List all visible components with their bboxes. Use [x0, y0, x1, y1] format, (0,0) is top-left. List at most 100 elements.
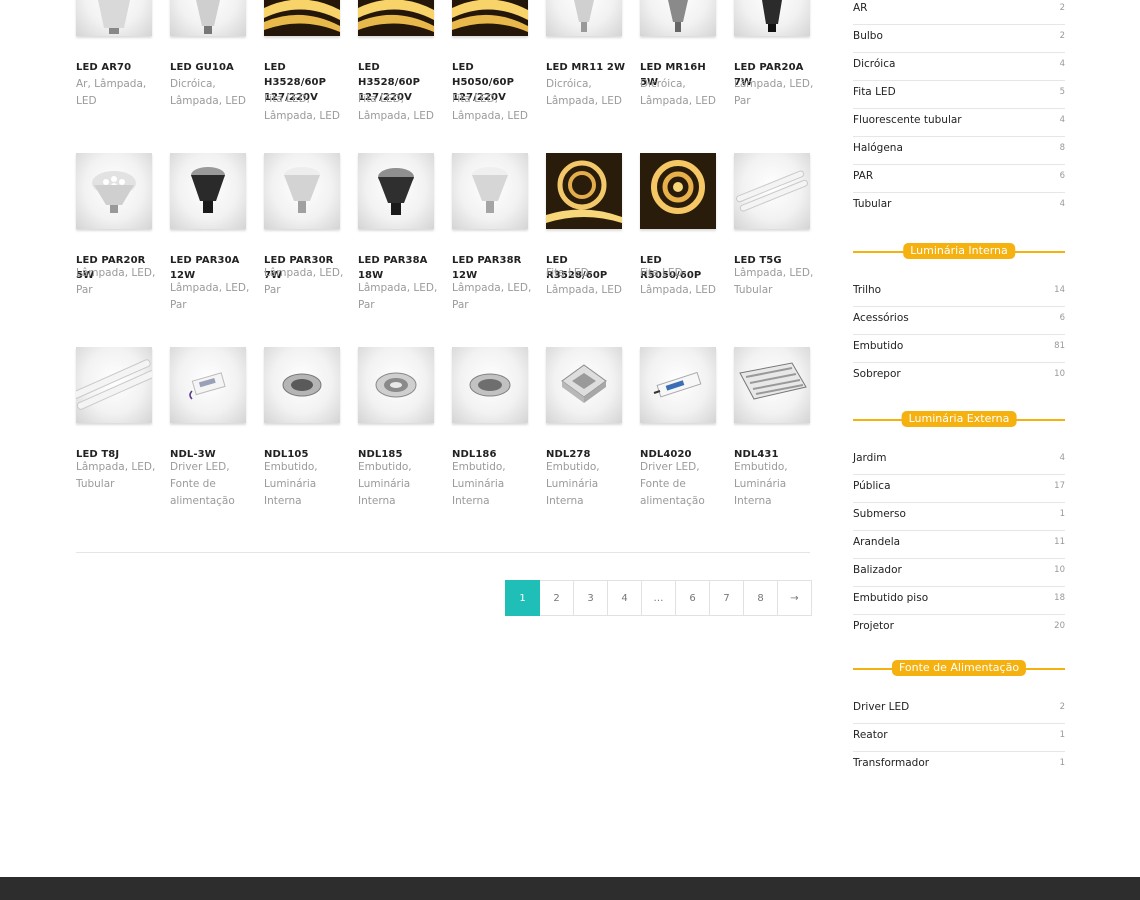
product-name[interactable]: LED PAR30A 12W — [170, 253, 254, 283]
product-name[interactable]: LED PAR38R 12W — [452, 253, 536, 283]
led-gu10-bulb-icon[interactable] — [170, 0, 246, 36]
sidebar-category-item[interactable]: Transformador 1 — [853, 752, 1065, 779]
sidebar-category-item[interactable]: Trilho 14 — [853, 279, 1065, 307]
sidebar-category-item[interactable]: Embutido piso 18 — [853, 587, 1065, 615]
led-par-bulb-icon[interactable] — [264, 153, 340, 229]
led-driver-icon[interactable] — [170, 347, 246, 423]
led-par20-bulb-icon[interactable] — [734, 0, 810, 36]
sidebar-category-item[interactable]: Submerso 1 — [853, 503, 1065, 531]
category-label[interactable]: Pública — [853, 480, 891, 492]
category-label[interactable]: Dicróica — [853, 58, 895, 70]
category-label[interactable]: Tubular — [853, 198, 891, 210]
category-label[interactable]: Reator — [853, 729, 888, 741]
led-driver-icon[interactable] — [640, 347, 716, 423]
category-label[interactable]: Embutido — [853, 340, 903, 352]
category-label[interactable]: Bulbo — [853, 30, 883, 42]
led-strip-reel-icon[interactable] — [546, 153, 622, 229]
product-categories[interactable]: Embutido, Luminária Interna — [264, 459, 344, 510]
sidebar-category-item[interactable]: Reator 1 — [853, 724, 1065, 752]
product-categories[interactable]: Driver LED, Fonte de alimentação — [640, 459, 720, 510]
page-link[interactable]: 7 — [709, 580, 744, 616]
category-label[interactable]: Sobrepor — [853, 368, 901, 380]
sidebar-category-item[interactable]: Acessórios 6 — [853, 307, 1065, 335]
product-categories[interactable]: Fita LED, Lâmpada, LED — [264, 91, 344, 125]
category-label[interactable]: Trilho — [853, 284, 881, 296]
led-ar70-bulb-icon[interactable] — [76, 0, 152, 36]
led-strip-reel-icon[interactable] — [640, 153, 716, 229]
product-categories[interactable]: Fita LED, Lâmpada, LED — [358, 91, 438, 125]
product-name[interactable]: LED PAR38A 18W — [358, 253, 442, 283]
page-link[interactable]: 6 — [675, 580, 710, 616]
product-name[interactable]: LED MR11 2W — [546, 60, 630, 75]
page-link[interactable]: 8 — [743, 580, 778, 616]
product-categories[interactable]: Fita LED, Lâmpada, LED — [640, 265, 720, 299]
category-label[interactable]: Projetor — [853, 620, 894, 632]
product-name[interactable]: LED GU10A — [170, 60, 254, 75]
sidebar-category-item[interactable]: Driver LED 2 — [853, 696, 1065, 724]
sidebar-category-item[interactable]: Tubular 4 — [853, 193, 1065, 220]
recessed-downlight-icon[interactable] — [358, 347, 434, 423]
sidebar-category-item[interactable]: Dicróica 4 — [853, 53, 1065, 81]
sidebar-category-item[interactable]: Bulbo 2 — [853, 25, 1065, 53]
product-categories[interactable]: Lâmpada, LED, Par — [264, 265, 344, 299]
led-tube-icon[interactable] — [76, 347, 152, 423]
sidebar-category-item[interactable]: Balizador 10 — [853, 559, 1065, 587]
product-categories[interactable]: Lâmpada, LED, Tubular — [734, 265, 814, 299]
led-par-bulb-icon[interactable] — [358, 153, 434, 229]
category-label[interactable]: PAR — [853, 170, 873, 182]
page-link-current[interactable]: 1 — [505, 580, 540, 616]
sidebar-category-item[interactable]: Pública 17 — [853, 475, 1065, 503]
led-par-bulb-icon[interactable] — [170, 153, 246, 229]
page-link[interactable]: 3 — [573, 580, 608, 616]
category-label[interactable]: Fita LED — [853, 86, 896, 98]
product-categories[interactable]: Dicróica, Lâmpada, LED — [170, 76, 250, 110]
category-label[interactable]: Arandela — [853, 536, 900, 548]
category-label[interactable]: Driver LED — [853, 701, 909, 713]
sidebar-category-item[interactable]: Fita LED 5 — [853, 81, 1065, 109]
product-categories[interactable]: Ar, Lâmpada, LED — [76, 76, 156, 110]
product-categories[interactable]: Lâmpada, LED, Par — [734, 76, 814, 110]
sidebar-category-item[interactable]: Projetor 20 — [853, 615, 1065, 642]
product-categories[interactable]: Lâmpada, LED, Par — [452, 280, 532, 314]
sidebar-category-item[interactable]: Fluorescente tubular 4 — [853, 109, 1065, 137]
product-categories[interactable]: Embutido, Luminária Interna — [546, 459, 626, 510]
led-par-bulb-icon[interactable] — [76, 153, 152, 229]
sidebar-category-item[interactable]: AR 2 — [853, 0, 1065, 25]
next-page-arrow-icon[interactable]: → — [777, 580, 812, 616]
product-categories[interactable]: Driver LED, Fonte de alimentação — [170, 459, 250, 510]
led-strip-icon[interactable] — [452, 0, 528, 36]
sidebar-category-item[interactable]: Sobrepor 10 — [853, 363, 1065, 390]
sidebar-category-item[interactable]: Arandela 11 — [853, 531, 1065, 559]
category-label[interactable]: Acessórios — [853, 312, 909, 324]
product-name[interactable]: LED AR70 — [76, 60, 160, 75]
product-categories[interactable]: Embutido, Luminária Interna — [734, 459, 814, 510]
product-categories[interactable]: Lâmpada, LED, Par — [170, 280, 250, 314]
recessed-downlight-icon[interactable] — [452, 347, 528, 423]
product-categories[interactable]: Embutido, Luminária Interna — [452, 459, 532, 510]
louver-luminaire-icon[interactable] — [734, 347, 810, 423]
page-link[interactable]: 2 — [539, 580, 574, 616]
category-label[interactable]: Halógena — [853, 142, 903, 154]
product-categories[interactable]: Fita LED, Lâmpada, LED — [546, 265, 626, 299]
page-link[interactable]: 4 — [607, 580, 642, 616]
sidebar-category-item[interactable]: PAR 6 — [853, 165, 1065, 193]
product-categories[interactable]: Embutido, Luminária Interna — [358, 459, 438, 510]
category-label[interactable]: Jardim — [853, 452, 886, 464]
sidebar-category-item[interactable]: Embutido 81 — [853, 335, 1065, 363]
led-mr11-bulb-icon[interactable] — [546, 0, 622, 36]
recessed-downlight-icon[interactable] — [264, 347, 340, 423]
product-categories[interactable]: Fita LED, Lâmpada, LED — [452, 91, 532, 125]
led-tube-icon[interactable] — [734, 153, 810, 229]
category-label[interactable]: AR — [853, 2, 867, 14]
product-categories[interactable]: Lâmpada, LED, Tubular — [76, 459, 156, 493]
category-label[interactable]: Embutido piso — [853, 592, 928, 604]
category-label[interactable]: Submerso — [853, 508, 906, 520]
product-categories[interactable]: Dicróica, Lâmpada, LED — [546, 76, 626, 110]
category-label[interactable]: Balizador — [853, 564, 902, 576]
category-label[interactable]: Fluorescente tubular — [853, 114, 962, 126]
led-strip-icon[interactable] — [358, 0, 434, 36]
sidebar-category-item[interactable]: Halógena 8 — [853, 137, 1065, 165]
square-downlight-icon[interactable] — [546, 347, 622, 423]
product-categories[interactable]: Lâmpada, LED, Par — [358, 280, 438, 314]
product-categories[interactable]: Lâmpada, LED, Par — [76, 265, 156, 299]
